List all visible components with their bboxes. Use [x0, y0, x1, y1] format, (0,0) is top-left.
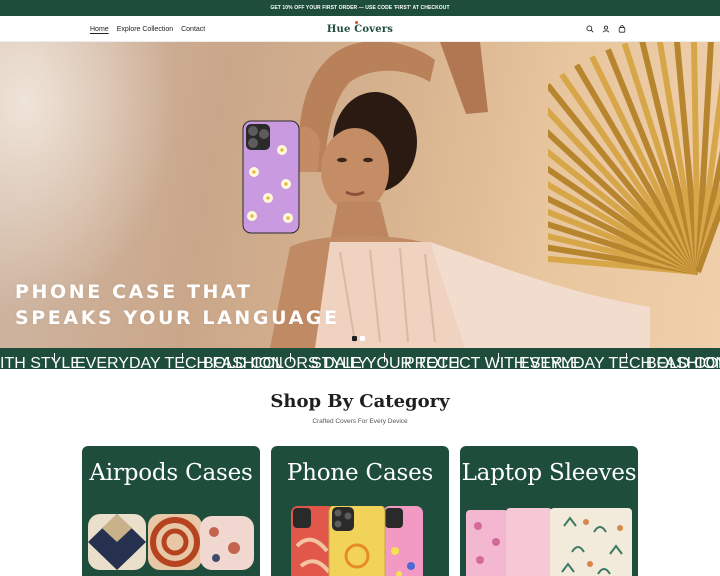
hero-headline-line2: SPEAKS YOUR LANGUAGE: [15, 307, 340, 329]
category-title: Laptop Sleeves: [461, 460, 637, 486]
slider-dots: [352, 336, 365, 341]
marquee-banner: ITH STYLE EVERYDAY TECH FASHION BOLD COL…: [0, 348, 720, 369]
category-card-phone[interactable]: Phone Cases: [271, 446, 449, 576]
marquee-separator: [498, 353, 499, 362]
site-header: Home Explore Collection Contact Hue Cove…: [0, 16, 720, 42]
logo-text: Hue Covers: [326, 23, 394, 35]
account-icon[interactable]: [602, 25, 610, 33]
marquee-separator: [54, 353, 55, 362]
category-title: Phone Cases: [286, 460, 434, 486]
main-nav: Home Explore Collection Contact: [90, 16, 205, 42]
laptop-sleeves-image: [466, 508, 632, 576]
header-icons: [586, 16, 626, 42]
category-card-laptop[interactable]: Laptop Sleeves: [460, 446, 638, 576]
cart-icon[interactable]: [618, 25, 626, 33]
section-subtitle: Crafted Covers For Every Device: [312, 418, 408, 425]
slide-dot-2[interactable]: [360, 336, 365, 341]
section-title: Shop By Category: [270, 391, 450, 412]
marquee-item: BOLD COLORS DAILY: [646, 355, 720, 369]
marquee-separator: [182, 353, 183, 362]
marquee-item: ITH STYLE: [0, 355, 81, 369]
logo-dot: [354, 20, 358, 24]
phone-case-product: [242, 120, 300, 234]
marquee-separator: [384, 353, 385, 362]
category-title: Airpods Cases: [89, 460, 253, 486]
nav-contact[interactable]: Contact: [181, 26, 205, 33]
search-icon[interactable]: [586, 25, 594, 33]
hero-headline: PHONE CASE THAT SPEAKS YOUR LANGUAGE: [15, 279, 340, 331]
announcement-text: GET 10% OFF YOUR FIRST ORDER — USE CODE …: [270, 5, 450, 11]
site-logo[interactable]: Hue Covers: [326, 20, 394, 35]
phone-cases-image: [291, 506, 423, 576]
marquee-separator: [626, 353, 627, 362]
announcement-bar: GET 10% OFF YOUR FIRST ORDER — USE CODE …: [0, 0, 720, 16]
marquee-separator: [290, 353, 291, 362]
hero-headline-line1: PHONE CASE THAT: [15, 281, 253, 303]
nav-home[interactable]: Home: [90, 26, 109, 33]
slide-dot-1[interactable]: [352, 336, 357, 341]
hero-light-glow: [0, 42, 180, 312]
category-grid: Airpods Cases Phone Cases Laptop Sleeves: [82, 446, 638, 576]
category-card-airpods[interactable]: Airpods Cases: [82, 446, 260, 576]
airpods-cases-image: [88, 514, 254, 570]
nav-explore-collection[interactable]: Explore Collection: [117, 26, 173, 33]
hero-banner[interactable]: PHONE CASE THAT SPEAKS YOUR LANGUAGE: [0, 42, 720, 348]
